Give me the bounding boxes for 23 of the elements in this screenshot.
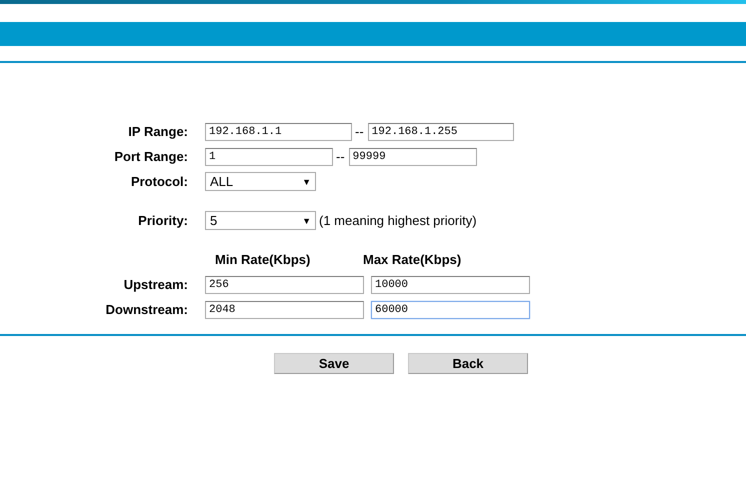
priority-dropdown[interactable]: 5 ▼ [205,211,316,230]
input-field[interactable]: 256 [205,276,364,294]
input-field[interactable]: 60000 [371,300,530,318]
field-label: Upstream: [122,277,188,292]
field-label: Priority: [137,213,188,228]
back-button[interactable]: Back [408,353,528,374]
input-field[interactable]: 99999 [348,148,477,166]
input-field[interactable]: 10000 [371,276,530,294]
input-field[interactable]: 1 [205,148,333,166]
range-separator: -- [336,149,345,164]
input-field[interactable]: 2048 [205,300,364,318]
range-separator: -- [355,124,364,139]
hint-text: (1 meaning highest priority) [319,213,477,228]
save-button[interactable]: Save [274,353,394,374]
field-label: Port Range: [113,149,188,164]
field-label: Downstream: [104,302,188,317]
input-field[interactable]: 192.168.1.1 [205,122,352,140]
field-label: Protocol: [130,174,188,189]
column-header: Max Rate(Kbps) [363,252,462,267]
field-label: IP Range: [127,124,188,139]
input-field[interactable]: 192.168.1.255 [368,122,514,140]
protocol-dropdown[interactable]: ALL ▼ [205,172,316,191]
column-header: Min Rate(Kbps) [215,252,312,267]
